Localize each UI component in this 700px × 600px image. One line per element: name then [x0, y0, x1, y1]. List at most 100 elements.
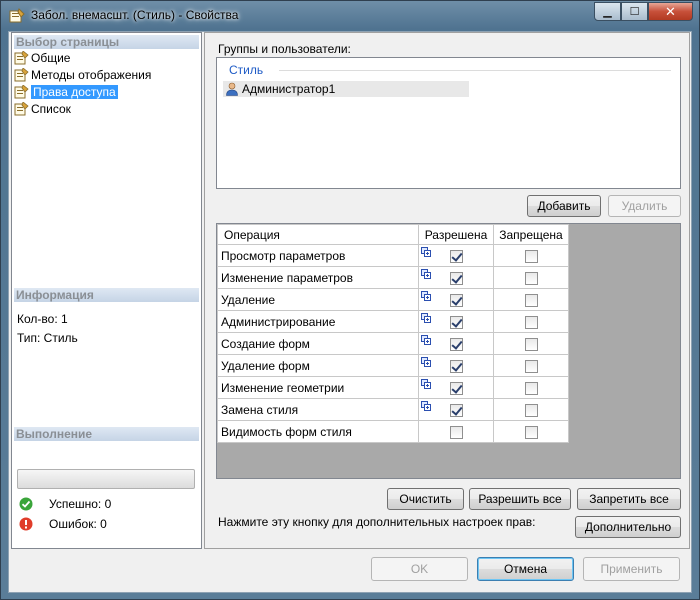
- check-circle-icon: [19, 497, 33, 511]
- nav-item-display-methods[interactable]: Методы отображения: [14, 67, 151, 83]
- user-icon: [226, 82, 238, 96]
- groups-label: Группы и пользователи:: [218, 42, 351, 56]
- denied-checkbox[interactable]: [524, 271, 538, 285]
- denied-cell: [493, 288, 569, 311]
- inherited-marker-icon: [421, 335, 431, 345]
- operation-cell: Удаление форм: [217, 354, 419, 377]
- permissions-grid: Операция Разрешена Запрещена Просмотр па…: [216, 223, 681, 479]
- execution-header: Выполнение: [14, 427, 199, 441]
- inherited-marker-icon: [421, 269, 431, 279]
- success-label: Успешно: 0: [49, 497, 112, 511]
- allowed-checkbox[interactable]: [449, 293, 463, 307]
- allowed-checkbox[interactable]: [449, 359, 463, 373]
- allowed-cell: [418, 266, 494, 289]
- title-bar[interactable]: Забол. внемасшт. (Стиль) - Свойства ▁ ☐ …: [1, 1, 699, 31]
- progress-bar: [17, 469, 195, 489]
- ok-button[interactable]: OK: [371, 557, 468, 581]
- inherited-marker-icon: [421, 357, 431, 367]
- allowed-checkbox[interactable]: [449, 271, 463, 285]
- maximize-button[interactable]: ☐: [621, 2, 648, 21]
- denied-checkbox[interactable]: [524, 337, 538, 351]
- nav-item-general[interactable]: Общие: [14, 50, 70, 66]
- denied-checkbox[interactable]: [524, 425, 538, 439]
- nav-item-label: Список: [31, 102, 71, 116]
- allowed-cell: [418, 398, 494, 421]
- deny-all-button[interactable]: Запретить все: [577, 488, 681, 510]
- denied-checkbox[interactable]: [524, 381, 538, 395]
- denied-cell: [493, 398, 569, 421]
- table-row: Изменение параметров: [217, 266, 569, 289]
- access-rights-pane: Группы и пользователи: Стиль Администрат…: [204, 32, 690, 549]
- column-header-allowed[interactable]: Разрешена: [418, 224, 494, 245]
- advanced-hint: Нажмите эту кнопку для дополнительных на…: [218, 515, 536, 529]
- properties-window: Забол. внемасшт. (Стиль) - Свойства ▁ ☐ …: [0, 0, 700, 600]
- remove-button[interactable]: Удалить: [608, 195, 681, 217]
- group-divider: [279, 70, 671, 71]
- nav-item-label: Общие: [31, 51, 71, 65]
- denied-cell: [493, 376, 569, 399]
- inherited-marker-icon: [421, 291, 431, 301]
- inherited-marker-icon: [421, 313, 431, 323]
- info-header: Информация: [14, 288, 199, 302]
- properties-icon: [14, 68, 29, 82]
- properties-icon: [9, 8, 25, 23]
- list-item-user[interactable]: Администратор1: [223, 81, 469, 97]
- info-count: Кол-во: 1: [17, 312, 68, 326]
- operation-cell: Замена стиля: [217, 398, 419, 421]
- properties-icon: [14, 85, 29, 99]
- nav-item-access-rights[interactable]: Права доступа: [14, 84, 118, 100]
- allowed-cell: [418, 420, 494, 443]
- table-row: Удаление форм: [217, 354, 569, 377]
- operation-cell: Администрирование: [217, 310, 419, 333]
- denied-checkbox[interactable]: [524, 315, 538, 329]
- table-row: Создание форм: [217, 332, 569, 355]
- table-row: Просмотр параметров: [217, 244, 569, 267]
- operation-cell: Изменение геометрии: [217, 376, 419, 399]
- close-button[interactable]: ✕: [648, 2, 693, 21]
- table-row: Изменение геометрии: [217, 376, 569, 399]
- denied-cell: [493, 332, 569, 355]
- error-label: Ошибок: 0: [49, 517, 107, 531]
- cancel-button[interactable]: Отмена: [477, 557, 574, 581]
- denied-checkbox[interactable]: [524, 403, 538, 417]
- properties-icon: [14, 51, 29, 65]
- groups-users-list[interactable]: Стиль Администратор1: [216, 57, 681, 189]
- minimize-button[interactable]: ▁: [594, 2, 621, 21]
- denied-checkbox[interactable]: [524, 249, 538, 263]
- inherited-marker-icon: [421, 247, 431, 257]
- permissions-rows: Просмотр параметров Изменение параметров У…: [217, 244, 569, 443]
- apply-button[interactable]: Применить: [583, 557, 680, 581]
- group-caption: Стиль: [229, 63, 264, 77]
- column-header-denied[interactable]: Запрещена: [493, 224, 569, 245]
- allow-all-button[interactable]: Разрешить все: [469, 488, 571, 510]
- add-button[interactable]: Добавить: [527, 195, 601, 217]
- denied-cell: [493, 420, 569, 443]
- allowed-checkbox[interactable]: [449, 381, 463, 395]
- table-row: Удаление: [217, 288, 569, 311]
- table-row: Видимость форм стиля: [217, 420, 569, 443]
- page-select-header: Выбор страницы: [14, 35, 199, 49]
- allowed-checkbox[interactable]: [449, 425, 463, 439]
- error-status: Ошибок: 0: [19, 517, 107, 531]
- table-header-row: Операция Разрешена Запрещена: [217, 224, 569, 245]
- denied-cell: [493, 310, 569, 333]
- allowed-cell: [418, 332, 494, 355]
- allowed-checkbox[interactable]: [449, 403, 463, 417]
- nav-item-list[interactable]: Список: [14, 101, 71, 117]
- allowed-checkbox[interactable]: [449, 337, 463, 351]
- allowed-cell: [418, 310, 494, 333]
- dialog-client-area: Выбор страницы Общие Методы отображения: [8, 31, 692, 593]
- permissions-table: Операция Разрешена Запрещена Просмотр па…: [217, 224, 569, 443]
- allowed-cell: [418, 288, 494, 311]
- column-header-operation[interactable]: Операция: [217, 224, 419, 245]
- error-circle-icon: [19, 517, 33, 531]
- allowed-cell: [418, 376, 494, 399]
- denied-checkbox[interactable]: [524, 359, 538, 373]
- denied-checkbox[interactable]: [524, 293, 538, 307]
- advanced-button[interactable]: Дополнительно: [575, 516, 681, 538]
- allowed-checkbox[interactable]: [449, 249, 463, 263]
- table-row: Администрирование: [217, 310, 569, 333]
- nav-item-label: Права доступа: [31, 85, 118, 99]
- allowed-checkbox[interactable]: [449, 315, 463, 329]
- clear-button[interactable]: Очистить: [387, 488, 464, 510]
